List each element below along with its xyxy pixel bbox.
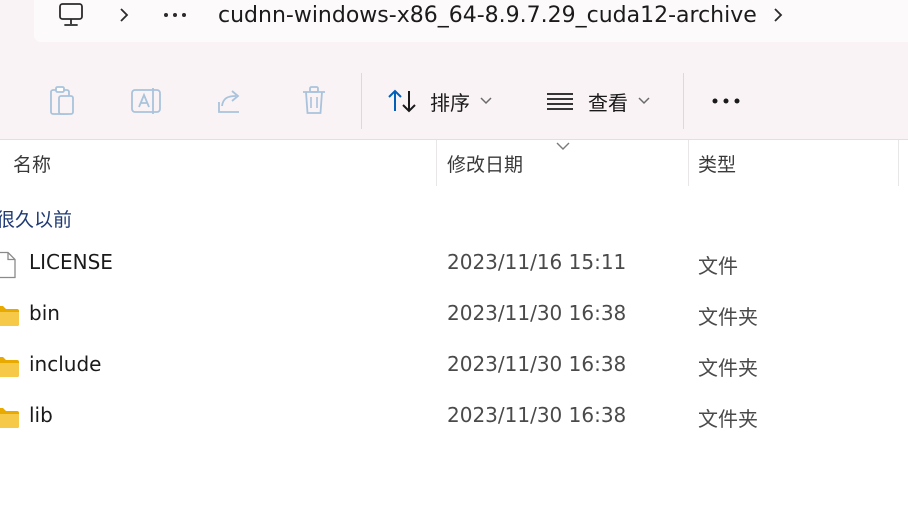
rename-button[interactable] [126,83,166,119]
list-item[interactable]: lib 2023/11/30 16:38 文件夹 [0,394,908,440]
share-icon [218,90,240,113]
list-item[interactable]: bin 2023/11/30 16:38 文件夹 [0,292,908,338]
copy-button[interactable] [42,83,82,119]
column-date[interactable]: 修改日期 [447,150,523,177]
share-button[interactable] [210,83,250,119]
file-type: 文件夹 [698,356,758,380]
sort-indicator-icon [555,136,571,150]
command-bar: 排序 查看 [0,57,908,140]
list-item[interactable]: LICENSE 2023/11/16 15:11 文件 [0,241,908,287]
file-name: bin [29,301,60,325]
file-date: 2023/11/16 15:11 [447,250,627,274]
ellipsis-icon [712,98,740,104]
address-bar-area: cudnn-windows-x86_64-8.9.7.29_cuda12-arc… [0,0,908,57]
clipboard-icon [50,86,74,115]
list-view-icon [547,93,573,110]
delete-button[interactable] [294,83,334,119]
file-name: include [29,352,102,376]
file-type: 文件夹 [698,305,758,329]
list-item[interactable]: include 2023/11/30 16:38 文件夹 [0,343,908,389]
group-header[interactable]: 很久以前 [0,205,72,232]
chevron-right-icon[interactable] [114,3,134,27]
view-button[interactable]: 查看 [544,84,650,118]
file-icon [0,251,20,279]
toolbar-divider [361,73,362,129]
file-date: 2023/11/30 16:38 [447,403,627,427]
file-name: LICENSE [29,250,113,274]
file-date: 2023/11/30 16:38 [447,301,627,325]
view-label: 查看 [588,90,628,115]
sort-icon [388,89,416,113]
file-date: 2023/11/30 16:38 [447,352,627,376]
column-divider[interactable] [898,140,899,186]
breadcrumb-current-folder[interactable]: cudnn-windows-x86_64-8.9.7.29_cuda12-arc… [218,0,757,32]
trash-icon [303,86,325,114]
toolbar-divider [683,73,684,129]
sort-label: 排序 [430,90,470,115]
folder-icon [0,302,20,330]
column-type[interactable]: 类型 [698,150,736,177]
chevron-down-icon [638,97,650,105]
file-type: 文件 [698,254,738,278]
sort-button[interactable]: 排序 [386,84,492,118]
column-name[interactable]: 名称 [13,150,51,177]
this-pc-icon[interactable] [55,0,87,30]
column-header: 名称 修改日期 类型 [0,140,908,188]
file-name: lib [29,403,53,427]
file-type: 文件夹 [698,407,758,431]
rename-icon [131,88,161,114]
more-options-button[interactable] [708,87,744,115]
chevron-right-icon[interactable] [768,3,788,27]
column-divider[interactable] [688,140,689,186]
column-divider[interactable] [436,140,437,186]
folder-icon [0,353,20,381]
chevron-down-icon [480,97,492,105]
breadcrumb-more-icon[interactable] [160,3,190,27]
file-explorer-window: cudnn-windows-x86_64-8.9.7.29_cuda12-arc… [0,0,908,505]
folder-icon [0,404,20,432]
